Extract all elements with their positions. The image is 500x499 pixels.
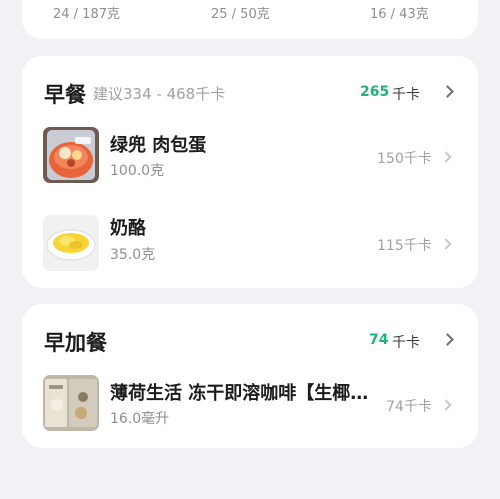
- food-name: 奶酪: [110, 218, 146, 239]
- food-name: 薄荷生活 冻干即溶咖啡【生椰…: [110, 383, 369, 404]
- meal-title: 早加餐: [44, 331, 107, 355]
- chevron-right-icon: [440, 238, 452, 250]
- food-item-row[interactable]: 薄荷生活 冻干即溶咖啡【生椰… 16.0毫升 74千卡: [22, 366, 478, 442]
- food-quantity: 35.0克: [110, 247, 156, 263]
- breakfast-header[interactable]: 早餐 建议334 - 468千卡 265 千卡: [22, 56, 478, 118]
- food-quantity: 16.0毫升: [110, 411, 170, 427]
- carbs-progress: 24 / 187克: [53, 7, 120, 22]
- meal-title: 早餐: [44, 83, 86, 107]
- food-name: 绿兜 肉包蛋: [110, 135, 207, 156]
- coffee-package-photo: [43, 375, 99, 431]
- meal-kcal-value: 74: [369, 332, 389, 348]
- meal-kcal-unit: 千卡: [392, 335, 420, 351]
- meal-kcal-unit: 千卡: [392, 87, 420, 103]
- meat-bun-photo: [43, 127, 99, 183]
- food-kcal: 74千卡: [386, 399, 432, 415]
- food-kcal: 115千卡: [377, 238, 432, 254]
- meal-suggestion: 建议334 - 468千卡: [93, 85, 226, 103]
- cheese-plate-photo: [43, 215, 99, 271]
- snack-header[interactable]: 早加餐 74 千卡: [22, 304, 478, 366]
- snack-card: 早加餐 74 千卡 薄荷生活 冻干即溶咖啡【生椰… 16.0毫升 74千卡: [22, 304, 478, 448]
- chevron-right-icon: [441, 333, 454, 346]
- food-quantity: 100.0克: [110, 163, 165, 179]
- food-item-row[interactable]: 奶酪 35.0克 115千卡: [22, 206, 478, 282]
- meal-kcal-value: 265: [360, 84, 390, 100]
- fat-progress: 16 / 43克: [370, 7, 429, 22]
- food-kcal: 150千卡: [377, 151, 432, 167]
- chevron-right-icon: [441, 85, 454, 98]
- nutrient-summary-card: 24 / 187克 25 / 50克 16 / 43克: [22, 0, 478, 39]
- protein-progress: 25 / 50克: [211, 7, 270, 22]
- chevron-right-icon: [440, 151, 452, 163]
- food-item-row[interactable]: 绿兜 肉包蛋 100.0克 150千卡: [22, 118, 478, 194]
- breakfast-card: 早餐 建议334 - 468千卡 265 千卡 绿兜 肉包蛋 100.0克 15…: [22, 56, 478, 288]
- chevron-right-icon: [440, 399, 452, 411]
